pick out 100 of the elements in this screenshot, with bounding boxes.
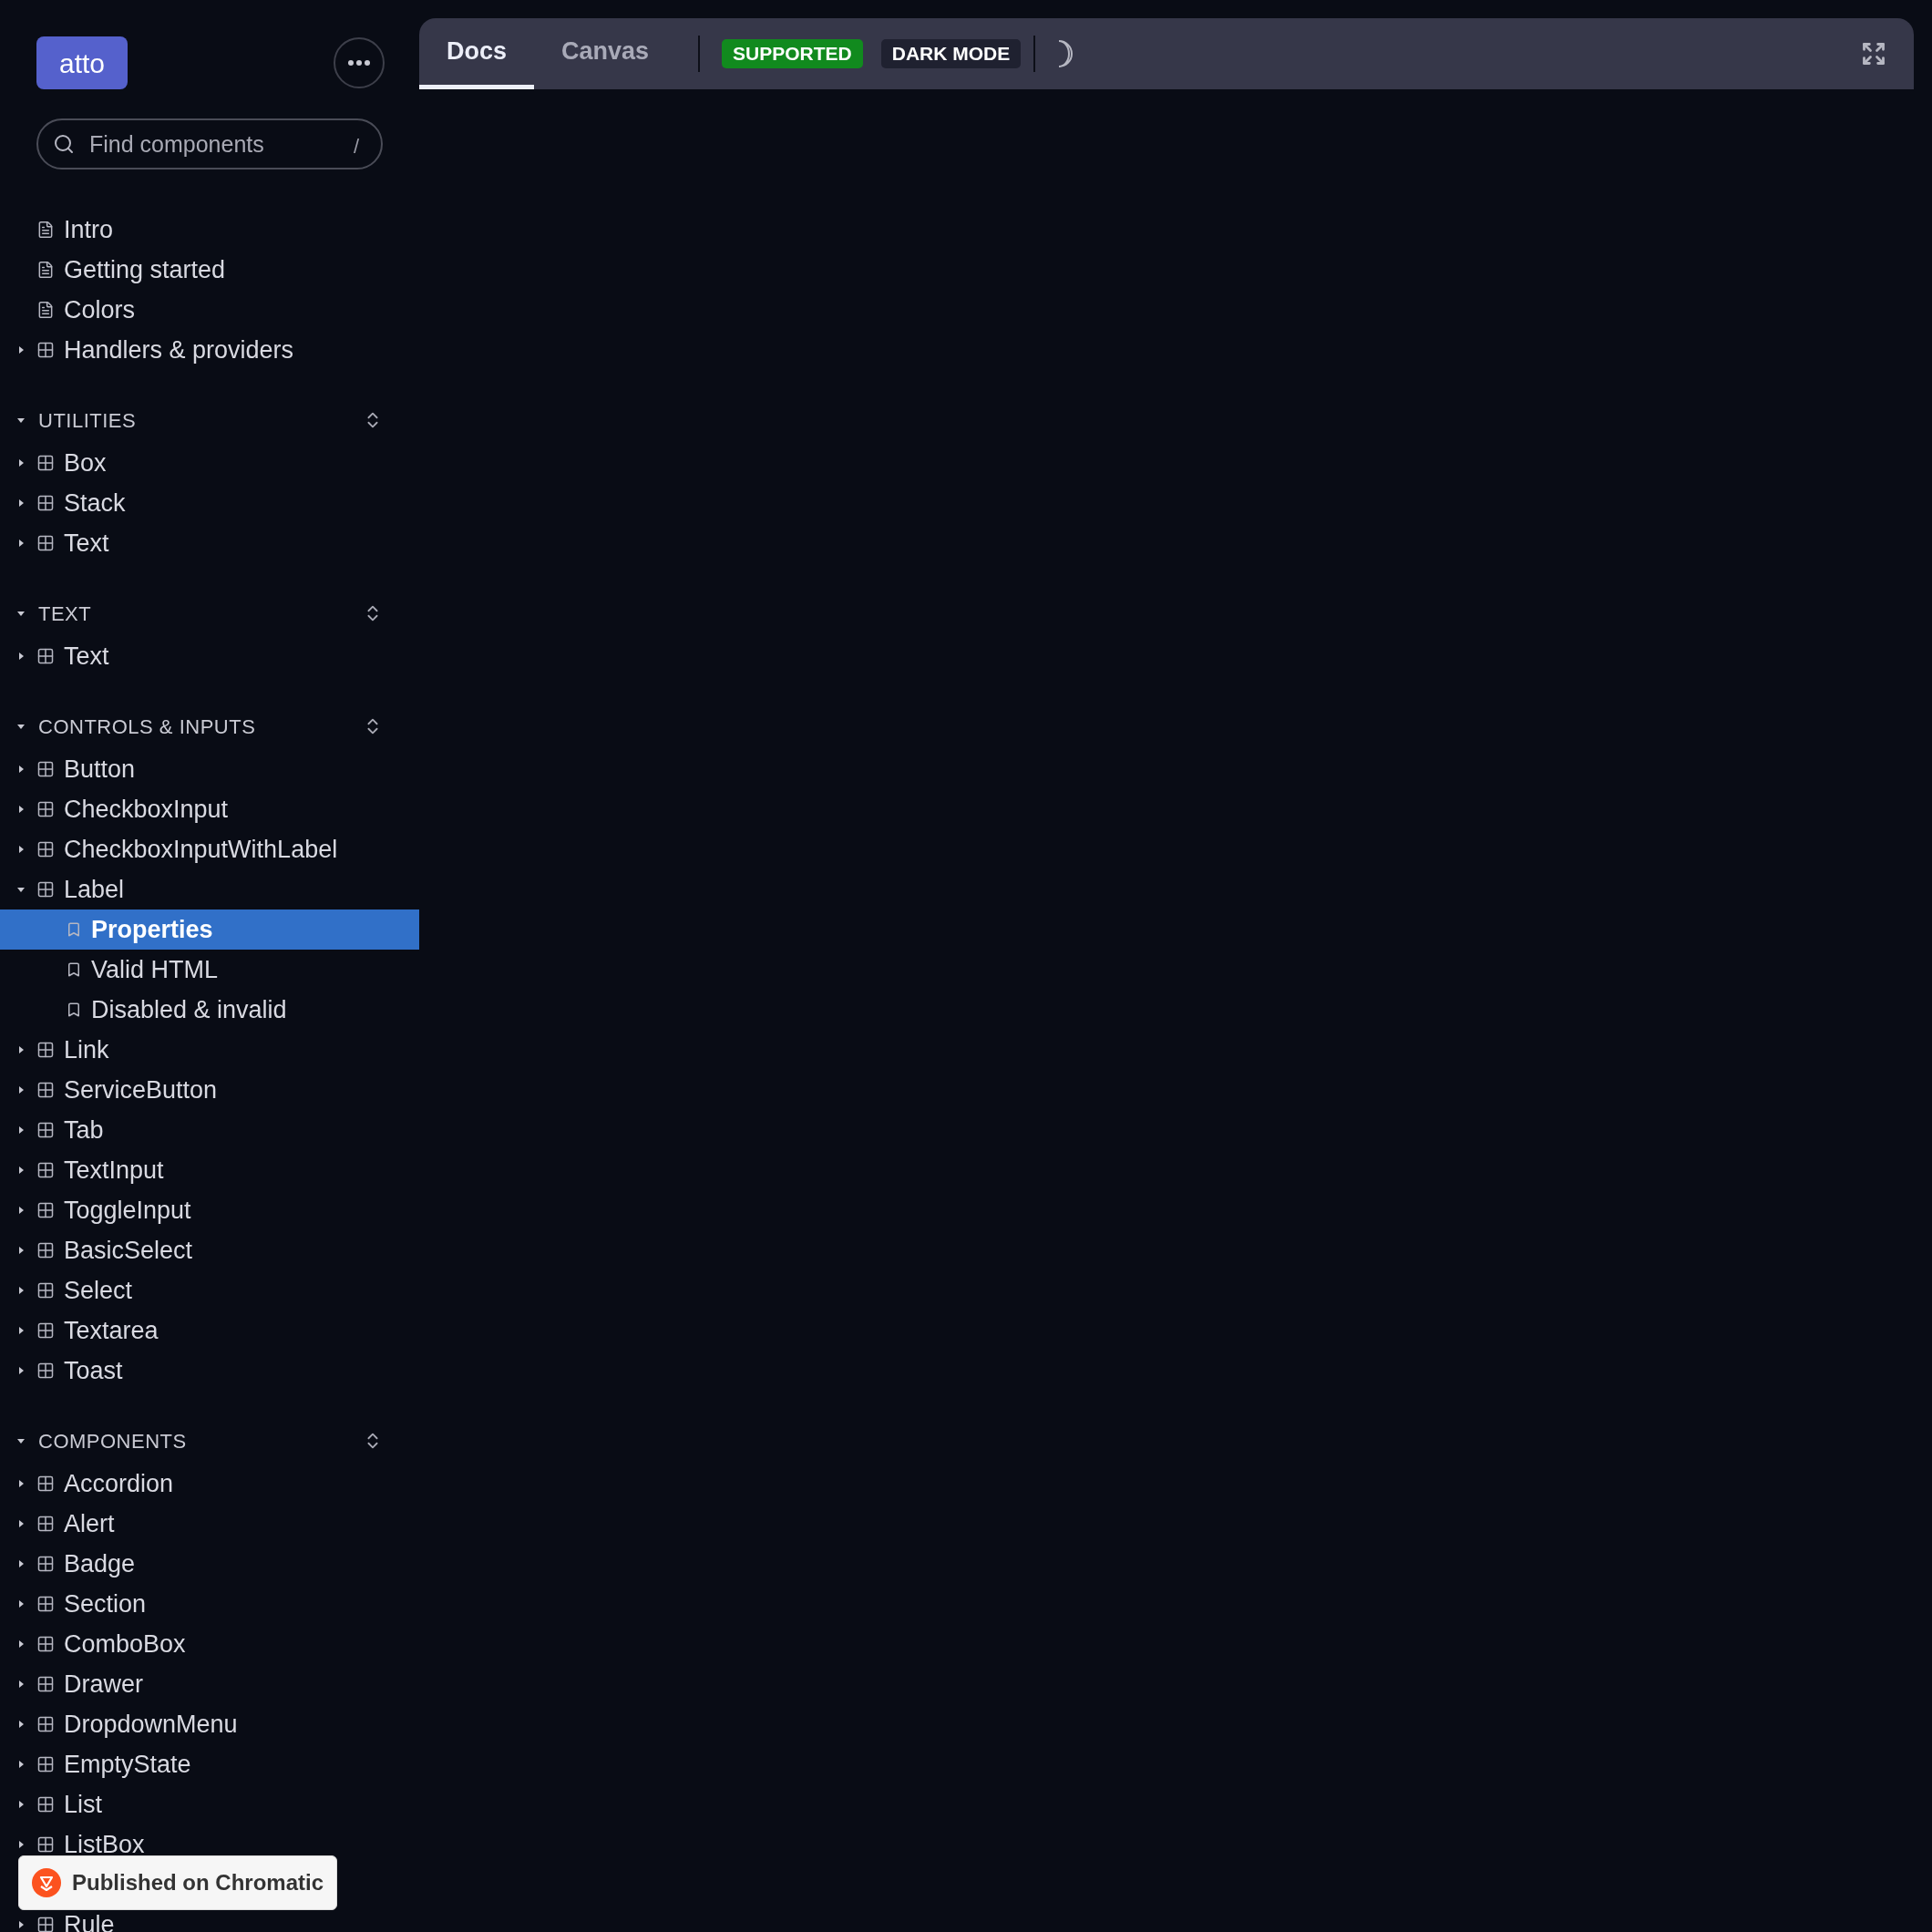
sidebar-item[interactable]: Intro [64,217,114,242]
sidebar-item[interactable]: Link [64,1037,109,1063]
sidebar-item[interactable]: Text [64,530,109,556]
grid-icon [36,1041,55,1059]
grid-icon [36,494,55,512]
caret-icon [16,1840,26,1849]
fullscreen-icon[interactable] [1861,41,1886,67]
item-label: Properties [91,917,213,942]
sidebar-item[interactable]: Textarea [64,1318,159,1343]
sidebar-item[interactable]: Button [64,756,136,782]
sidebar-item[interactable]: Valid HTML [91,957,219,982]
sidebar-item[interactable]: List [64,1792,103,1817]
sidebar-item[interactable]: Section [64,1591,147,1617]
grid-icon [36,1281,55,1300]
sidebar-item[interactable]: Label [64,877,125,902]
sidebar-item[interactable]: Stack [64,490,126,516]
caret-icon [16,416,26,425]
sidebar-item[interactable]: Badge [64,1551,136,1577]
caret-icon [16,1045,26,1054]
section-header[interactable]: COMPONENTS [38,1425,352,1456]
grid-icon [36,880,55,899]
caret-icon [16,1639,26,1649]
grid-icon [36,1321,55,1340]
grid-icon [36,1916,55,1932]
grid-icon [36,840,55,858]
sidebar-item[interactable]: Tab [64,1117,104,1143]
sidebar-item[interactable]: Toast [64,1358,123,1383]
document-icon [36,221,55,239]
more-button[interactable] [334,37,385,88]
caret-icon [16,1559,26,1568]
grid-icon [36,1715,55,1733]
grid-icon [36,1201,55,1219]
grid-icon [36,534,55,552]
sidebar-item[interactable]: ServiceButton [64,1077,218,1103]
grid-icon [36,1121,55,1139]
sidebar-item[interactable]: EmptyState [64,1752,191,1777]
chromatic-logo-icon [32,1868,61,1897]
sidebar-item[interactable]: ListBox [64,1832,145,1857]
grid-icon [36,647,55,665]
logo[interactable]: atto [36,36,128,89]
grid-icon [36,800,55,818]
sidebar-item[interactable]: BasicSelect [64,1238,193,1263]
grid-icon [36,1755,55,1773]
chromatic-toast[interactable]: Published on Chromatic [18,1855,338,1910]
caret-icon [16,609,26,618]
grid-icon [36,1515,55,1533]
grid-icon [36,1595,55,1613]
caret-icon [16,1326,26,1335]
section-header[interactable]: TEXT [38,598,352,629]
grid-icon [36,1675,55,1693]
caret-icon [16,1519,26,1528]
caret-icon [16,1479,26,1488]
document-icon [36,261,55,279]
sidebar-item[interactable]: CheckboxInput [64,796,229,822]
section-header[interactable]: CONTROLS & INPUTS [38,711,352,742]
sidebar-item[interactable]: DropdownMenu [64,1711,238,1737]
sidebar-item[interactable]: ComboBox [64,1631,186,1657]
caret-icon [16,1680,26,1689]
grid-icon [36,454,55,472]
sidebar-item[interactable]: Accordion [64,1471,174,1496]
caret-icon [16,765,26,774]
caret-icon [16,1085,26,1094]
caret-icon [16,1286,26,1295]
caret-icon [16,1760,26,1769]
section-header[interactable]: UTILITIES [38,405,352,436]
caret-icon [16,345,26,355]
sidebar-item[interactable]: Drawer [64,1671,143,1697]
status-badge: SUPPORTED [722,39,863,68]
sidebar-item[interactable]: Getting started [64,257,226,283]
sidebar-item[interactable]: TextInput [64,1157,164,1183]
caret-icon [16,539,26,548]
tab[interactable]: Canvas [534,18,677,89]
sidebar-item[interactable]: Properties [0,909,419,950]
grid-icon [36,1835,55,1854]
caret-icon [16,1366,26,1375]
grid-icon [36,1475,55,1493]
badge-label: Published on Chromatic [72,1869,324,1896]
sidebar-item[interactable]: CheckboxInputWithLabel [64,837,338,862]
tab[interactable]: Docs [419,18,535,89]
caret-icon [16,458,26,468]
sidebar-item[interactable]: Colors [64,297,136,323]
sidebar-item[interactable]: Alert [64,1511,115,1536]
caret-icon [16,652,26,661]
document-icon [36,301,55,319]
grid-icon [36,1795,55,1814]
sidebar-item[interactable]: Box [64,450,107,476]
grid-icon [36,760,55,778]
sidebar-item[interactable]: Disabled & invalid [91,997,287,1023]
grid-icon [36,1635,55,1653]
sidebar-item[interactable]: Select [64,1278,133,1303]
grid-icon [36,1081,55,1099]
sidebar-item[interactable]: Rule [64,1912,115,1932]
caret-icon [16,1920,26,1929]
sidebar-item[interactable]: Text [64,643,109,669]
sidebar-item[interactable]: ToggleInput [64,1197,191,1223]
caret-icon [16,498,26,508]
caret-icon [16,805,26,814]
sidebar-item[interactable]: Handlers & providers [64,337,294,363]
grid-icon [36,341,55,359]
grid-icon [36,1241,55,1259]
